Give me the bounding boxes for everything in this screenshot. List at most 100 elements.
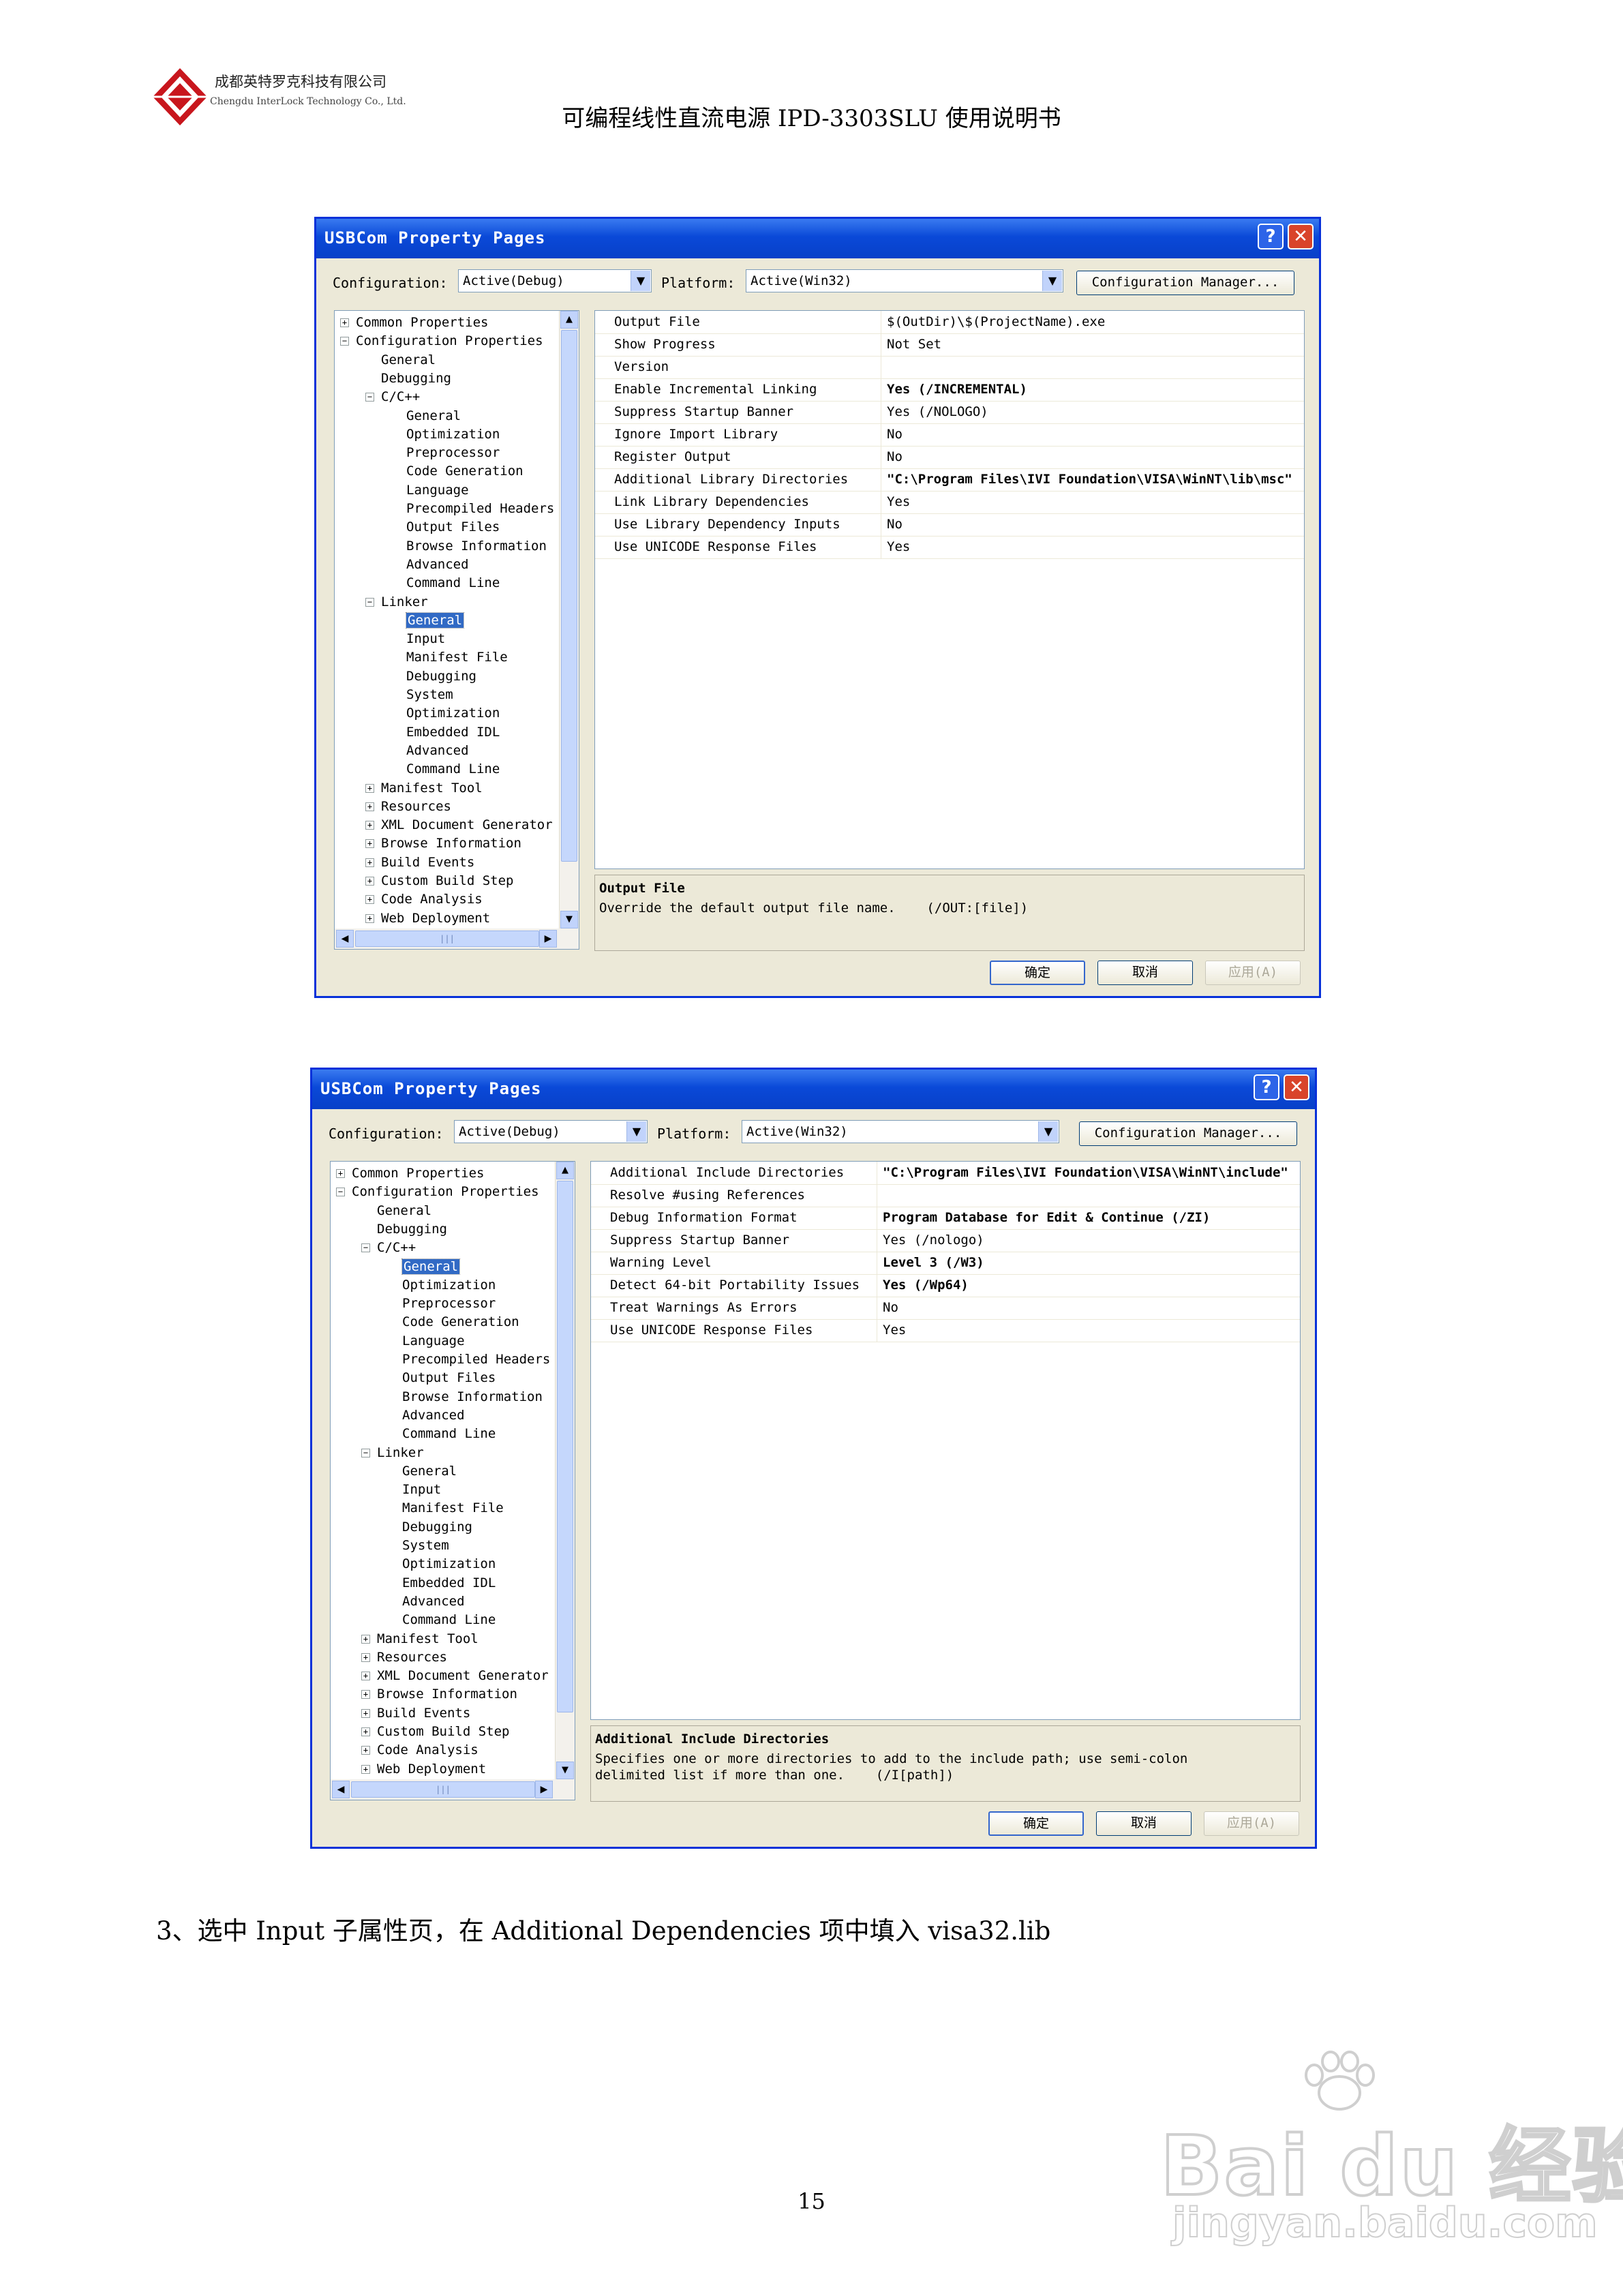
- property-value[interactable]: Not Set: [884, 333, 1304, 356]
- tree-item[interactable]: Input: [402, 1481, 441, 1499]
- property-row[interactable]: Register Output No: [595, 446, 1304, 469]
- tree-item[interactable]: Optimization: [406, 704, 500, 723]
- tree-item[interactable]: Command Line: [402, 1611, 496, 1629]
- tree-horizontal-scrollbar[interactable]: ◀ ||| ▶: [331, 1779, 575, 1800]
- apply-button[interactable]: 应用(A): [1205, 961, 1301, 985]
- cancel-button[interactable]: 取消: [1096, 1811, 1192, 1836]
- scroll-left-icon[interactable]: ◀: [332, 1781, 350, 1798]
- property-row[interactable]: Enable Incremental Linking Yes (/INCREMEN…: [595, 378, 1304, 402]
- collapse-icon[interactable]: −: [361, 1243, 370, 1253]
- help-icon[interactable]: ?: [1254, 1074, 1279, 1100]
- property-row[interactable]: Version: [595, 356, 1304, 379]
- property-row[interactable]: Additional Include Directories "C:\Progra…: [591, 1162, 1300, 1185]
- property-row[interactable]: Link Library Dependencies Yes: [595, 491, 1304, 514]
- collapse-icon[interactable]: −: [336, 1188, 345, 1197]
- tree-item[interactable]: General: [402, 1462, 457, 1481]
- tree-item[interactable]: + XML Document Generator: [361, 1667, 549, 1685]
- tree-item[interactable]: Debugging: [406, 667, 476, 686]
- property-value[interactable]: Yes (/NOLOGO): [884, 401, 1304, 423]
- tree-item[interactable]: Advanced: [406, 556, 469, 574]
- tree-item[interactable]: General: [405, 611, 465, 630]
- property-value[interactable]: Yes: [884, 491, 1304, 513]
- tree-item[interactable]: Browse Information: [406, 537, 547, 556]
- expand-icon[interactable]: +: [365, 877, 374, 886]
- property-row[interactable]: Warning Level Level 3 (/W3): [591, 1252, 1300, 1275]
- property-value[interactable]: [880, 1184, 1300, 1207]
- property-value[interactable]: No: [880, 1297, 1300, 1319]
- tree-item[interactable]: Code Generation: [406, 462, 524, 481]
- tree-item[interactable]: General: [381, 351, 436, 369]
- ok-button[interactable]: 确定: [990, 961, 1085, 985]
- configuration-select[interactable]: Active(Debug) ▼: [454, 1120, 648, 1143]
- tree-item[interactable]: Output Files: [402, 1369, 496, 1387]
- tree-item[interactable]: Preprocessor: [406, 444, 500, 462]
- property-value[interactable]: Yes: [884, 536, 1304, 558]
- scroll-thumb[interactable]: |||: [351, 1781, 535, 1798]
- scroll-down-icon[interactable]: ▼: [556, 1762, 574, 1779]
- scroll-thumb[interactable]: |||: [355, 931, 539, 947]
- cancel-button[interactable]: 取消: [1097, 961, 1193, 985]
- property-row[interactable]: Resolve #using References: [591, 1184, 1300, 1207]
- property-row[interactable]: Show Progress Not Set: [595, 333, 1304, 357]
- property-value[interactable]: $(OutDir)\$(ProjectName).exe: [884, 311, 1304, 333]
- tree-item[interactable]: + Common Properties: [336, 1164, 484, 1183]
- property-value[interactable]: No: [884, 513, 1304, 536]
- tree-item[interactable]: Preprocessor: [402, 1295, 496, 1313]
- tree-item[interactable]: Manifest File: [406, 648, 508, 667]
- tree-item[interactable]: Optimization: [402, 1276, 496, 1295]
- tree-item[interactable]: Language: [402, 1332, 465, 1350]
- scroll-right-icon[interactable]: ▶: [539, 930, 557, 948]
- property-value[interactable]: Yes (/nologo): [880, 1229, 1300, 1252]
- property-value[interactable]: No: [884, 446, 1304, 468]
- expand-icon[interactable]: +: [365, 802, 374, 811]
- tree-item[interactable]: Advanced: [402, 1406, 465, 1425]
- tree-item[interactable]: Browse Information: [402, 1388, 543, 1406]
- close-icon[interactable]: ✕: [1284, 1074, 1309, 1100]
- tree-item[interactable]: + Code Analysis: [361, 1741, 479, 1759]
- property-row[interactable]: Suppress Startup Banner Yes (/NOLOGO): [595, 401, 1304, 424]
- tree-item[interactable]: Precompiled Headers: [406, 500, 554, 518]
- collapse-icon[interactable]: −: [361, 1448, 370, 1457]
- tree-item[interactable]: Optimization: [402, 1555, 496, 1573]
- property-value[interactable]: Yes (/INCREMENTAL): [884, 378, 1304, 401]
- tree-item[interactable]: + Web Deployment: [365, 909, 490, 928]
- tree-item[interactable]: − C/C++: [361, 1239, 416, 1257]
- scroll-left-icon[interactable]: ◀: [336, 930, 354, 948]
- expand-icon[interactable]: +: [361, 1652, 370, 1662]
- tree-vertical-scrollbar[interactable]: ▲ ▼: [555, 1162, 575, 1779]
- tree-item[interactable]: Command Line: [406, 760, 500, 779]
- tree-item[interactable]: System: [402, 1537, 449, 1555]
- tree-item[interactable]: + Common Properties: [340, 314, 488, 332]
- property-row[interactable]: Debug Information Format Program Database…: [591, 1207, 1300, 1230]
- expand-icon[interactable]: +: [365, 858, 374, 867]
- configuration-manager-button[interactable]: Configuration Manager...: [1076, 271, 1294, 295]
- property-row[interactable]: Use Library Dependency Inputs No: [595, 513, 1304, 537]
- property-value[interactable]: Level 3 (/W3): [880, 1252, 1300, 1274]
- property-row[interactable]: Additional Library Directories "C:\Progra…: [595, 468, 1304, 492]
- chevron-down-icon[interactable]: ▼: [626, 1121, 646, 1142]
- apply-button[interactable]: 应用(A): [1204, 1811, 1299, 1836]
- tree-item[interactable]: Advanced: [406, 742, 469, 760]
- scroll-up-icon[interactable]: ▲: [560, 311, 578, 329]
- tree-item[interactable]: + Resources: [365, 798, 451, 816]
- configuration-select[interactable]: Active(Debug) ▼: [458, 269, 652, 292]
- platform-select[interactable]: Active(Win32) ▼: [746, 269, 1063, 292]
- property-value[interactable]: Program Database for Edit & Continue (/Z…: [880, 1207, 1300, 1229]
- property-row[interactable]: Treat Warnings As Errors No: [591, 1297, 1300, 1320]
- tree-item[interactable]: Code Generation: [402, 1313, 519, 1331]
- scroll-thumb[interactable]: [561, 330, 577, 862]
- tree-item[interactable]: + Custom Build Step: [361, 1723, 509, 1741]
- expand-icon[interactable]: +: [361, 1746, 370, 1755]
- property-value[interactable]: Yes: [880, 1319, 1300, 1342]
- expand-icon[interactable]: +: [361, 1764, 370, 1774]
- property-row[interactable]: Use UNICODE Response Files Yes: [595, 536, 1304, 559]
- property-row[interactable]: Ignore Import Library No: [595, 423, 1304, 447]
- tree-item[interactable]: Precompiled Headers: [402, 1350, 550, 1369]
- expand-icon[interactable]: +: [336, 1169, 345, 1178]
- platform-select[interactable]: Active(Win32) ▼: [742, 1120, 1059, 1143]
- tree-item[interactable]: − Linker: [365, 593, 428, 611]
- property-value[interactable]: [884, 356, 1304, 378]
- tree-item[interactable]: Embedded IDL: [402, 1574, 496, 1592]
- close-icon[interactable]: ✕: [1288, 224, 1314, 250]
- tree-item[interactable]: + Custom Build Step: [365, 872, 513, 890]
